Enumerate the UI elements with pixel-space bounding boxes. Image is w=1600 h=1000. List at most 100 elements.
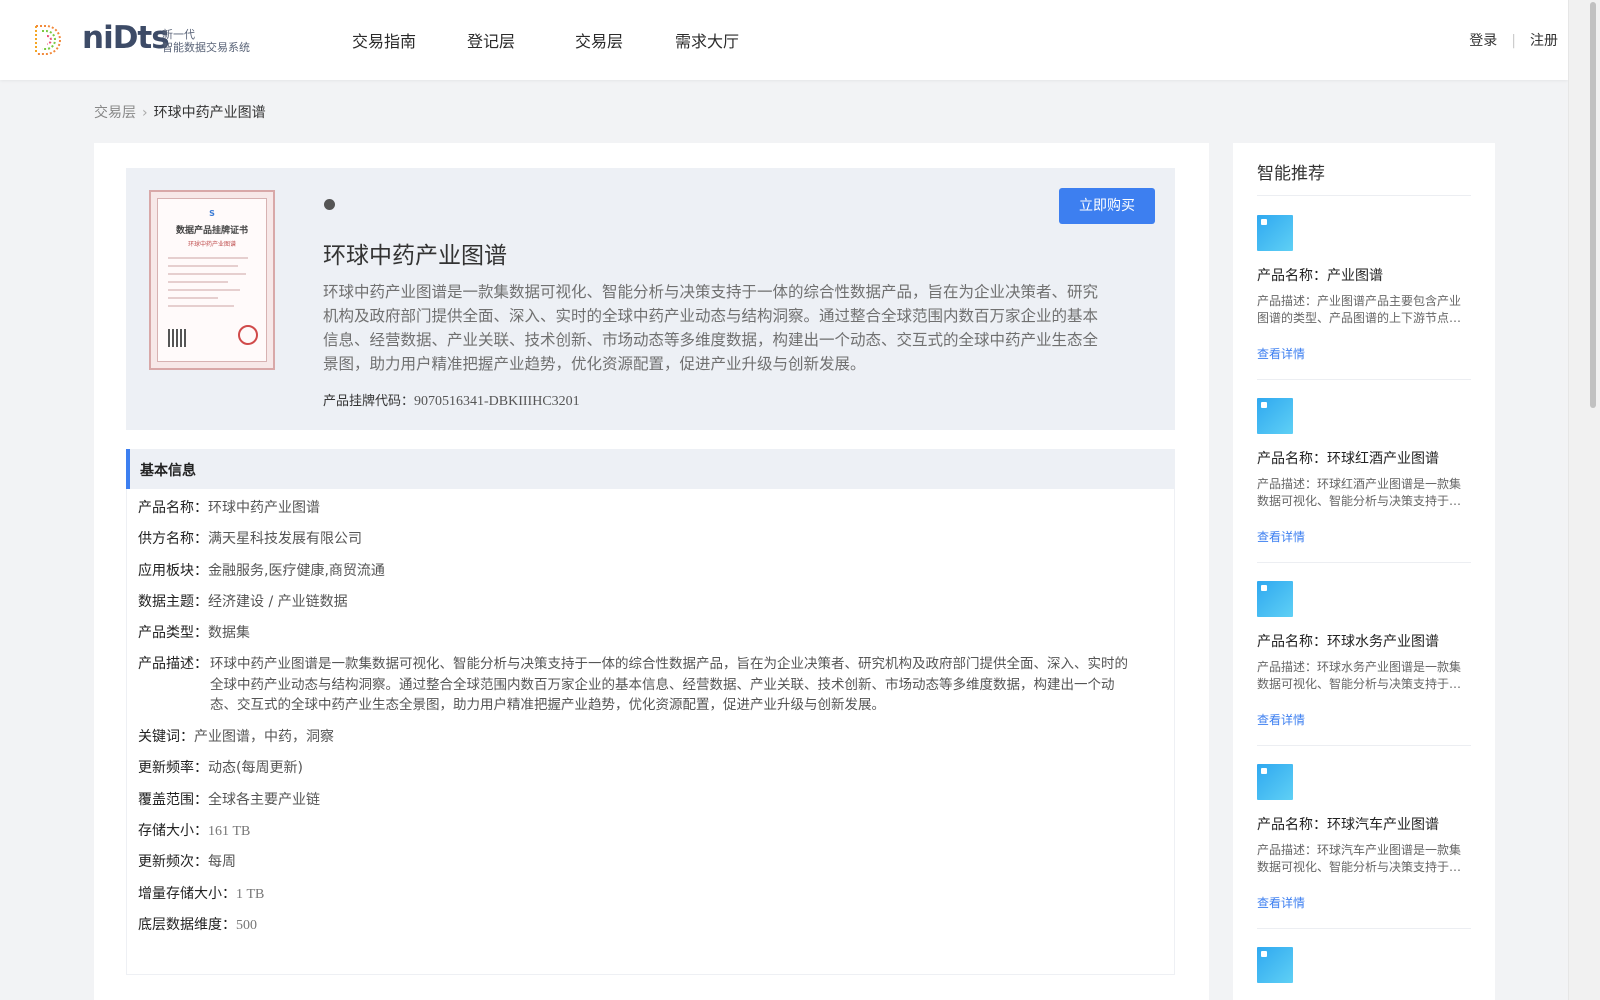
product-thumbnail-icon[interactable] xyxy=(1257,215,1293,251)
breadcrumb-parent[interactable]: 交易层 xyxy=(94,105,136,121)
info-label: 存储大小： xyxy=(138,823,208,839)
chevron-right-icon: › xyxy=(142,105,148,121)
info-row-keywords: 关键词：产业图谱，中药，洞察 xyxy=(138,727,334,748)
product-thumbnail-icon[interactable] xyxy=(1257,581,1293,617)
info-row-product-name: 产品名称：环球中药产业图谱 xyxy=(138,498,320,519)
info-label: 供方名称： xyxy=(138,531,208,547)
product-thumbnail-icon[interactable] xyxy=(1257,764,1293,800)
logo-wordmark: niDts xyxy=(82,20,170,56)
info-label: 应用板块： xyxy=(138,563,208,579)
supplier-avatar-icon xyxy=(324,199,335,210)
info-value: 1 TB xyxy=(236,887,265,902)
register-link[interactable]: 注册 xyxy=(1530,33,1558,49)
info-row-data-theme: 数据主题：经济建设 / 产业链数据 xyxy=(138,592,348,613)
info-label: 产品描述： xyxy=(138,656,208,672)
info-row-supplier: 供方名称：满天星科技发展有限公司 xyxy=(138,529,362,550)
recommendation-title: 智能推荐 xyxy=(1257,164,1325,184)
info-value: 环球中药产业图谱是一款集数据可视化、智能分析与决策支持于一体的综合性数据产品，旨… xyxy=(210,656,1128,713)
info-row-product-type: 产品类型：数据集 xyxy=(138,623,250,644)
info-value: 产业图谱，中药，洞察 xyxy=(194,729,334,745)
info-value: 全球各主要产业链 xyxy=(208,792,320,808)
divider xyxy=(1257,379,1471,380)
info-label: 增量存储大小： xyxy=(138,886,236,902)
view-details-link[interactable]: 查看详情 xyxy=(1257,528,1305,545)
certificate-title: 数据产品挂牌证书 xyxy=(175,226,248,236)
info-row-description: 产品描述： 环球中药产业图谱是一款集数据可视化、智能分析与决策支持于一体的综合性… xyxy=(138,654,1158,720)
logo-sub-line-2: 智能数据交易系统 xyxy=(162,41,250,54)
certificate-logo-icon: S xyxy=(209,209,215,218)
info-value: 每周 xyxy=(208,854,236,870)
info-value: 经济建设 / 产业链数据 xyxy=(208,594,348,610)
scrollbar-thumb[interactable] xyxy=(1590,2,1596,408)
site-logo[interactable]: niDts 新一代 智能数据交易系统 xyxy=(30,20,260,60)
info-value: 161 TB xyxy=(208,824,251,839)
buy-now-button[interactable]: 立即购买 xyxy=(1059,188,1155,224)
product-description: 环球中药产业图谱是一款集数据可视化、智能分析与决策支持于一体的综合性数据产品，旨… xyxy=(323,283,1099,373)
certificate-text-line xyxy=(168,265,238,267)
info-label: 底层数据维度： xyxy=(138,917,236,933)
login-link[interactable]: 登录 xyxy=(1469,33,1497,49)
view-details-link[interactable]: 查看详情 xyxy=(1257,345,1305,362)
page-scrollbar[interactable] xyxy=(1568,0,1600,1000)
product-hero: S 数据产品挂牌证书 环球中药产业图谱 立即购买 环球中药产业图谱 环球中药产业… xyxy=(126,168,1175,430)
product-detail-card: S 数据产品挂牌证书 环球中药产业图谱 立即购买 环球中药产业图谱 环球中药产业… xyxy=(94,143,1209,1000)
nav-trade-guide[interactable]: 交易指南 xyxy=(352,28,416,52)
breadcrumb: 交易层 › 环球中药产业图谱 xyxy=(94,102,266,122)
info-row-storage-size: 存储大小：161 TB xyxy=(138,821,250,842)
info-row-update-frequency: 更新频率：动态(每周更新) xyxy=(138,758,303,779)
recommend-item-name: 产品名称：环球红酒产业图谱 xyxy=(1257,451,1439,467)
view-details-link[interactable]: 查看详情 xyxy=(1257,711,1305,728)
info-label: 产品类型： xyxy=(138,625,208,641)
info-row-incremental-storage: 增量存储大小：1 TB xyxy=(138,884,264,905)
auth-links: 登录 | 注册 xyxy=(1469,30,1558,50)
basic-info-header: 基本信息 xyxy=(126,449,1175,489)
recommendation-panel: 智能推荐 产品名称：产业图谱 产品描述：产业图谱产品主要包含产业图谱的类型、产品… xyxy=(1233,143,1495,1000)
info-value: 环球中药产业图谱 xyxy=(208,500,320,516)
nav-demand-hall[interactable]: 需求大厅 xyxy=(675,28,739,52)
info-row-coverage: 覆盖范围：全球各主要产业链 xyxy=(138,790,320,811)
divider xyxy=(1257,745,1471,746)
logo-mark-icon xyxy=(35,25,61,55)
product-code-value: 9070516341-DBKIIIHC3201 xyxy=(414,394,580,409)
certificate-text-line xyxy=(168,257,248,259)
info-value: 500 xyxy=(236,918,257,933)
view-details-link[interactable]: 查看详情 xyxy=(1257,894,1305,911)
info-label: 更新频次： xyxy=(138,854,208,870)
certificate-frame: S 数据产品挂牌证书 环球中药产业图谱 xyxy=(157,198,267,362)
product-listing-code: 产品挂牌代码：9070516341-DBKIIIHC3201 xyxy=(323,390,580,410)
recommend-item-name: 产品名称：产业图谱 xyxy=(1257,268,1383,284)
recommend-item-desc: 产品描述：产业图谱产品主要包含产业图谱的类型、产品图谱的上下游节点… xyxy=(1257,294,1462,325)
recommend-item-desc: 产品描述：环球红酒产业图谱是一款集数据可视化、智能分析与决策支持于… xyxy=(1257,477,1462,508)
certificate-text-line xyxy=(168,289,240,291)
product-thumbnail-icon[interactable] xyxy=(1257,398,1293,434)
divider xyxy=(1257,928,1471,929)
certificate-subtitle: 环球中药产业图谱 xyxy=(187,241,236,248)
info-row-data-dimensions: 底层数据维度：500 xyxy=(138,915,257,936)
nav-trading-layer[interactable]: 交易层 xyxy=(575,28,623,52)
info-value: 动态(每周更新) xyxy=(208,760,303,776)
certificate-text-line xyxy=(168,297,218,299)
certificate-text-line xyxy=(168,281,228,283)
info-value: 数据集 xyxy=(208,625,250,641)
product-title: 环球中药产业图谱 xyxy=(323,243,507,269)
recommend-item-name: 产品名称：环球汽车产业图谱 xyxy=(1257,817,1439,833)
basic-info-section: 基本信息 产品名称：环球中药产业图谱 供方名称：满天星科技发展有限公司 应用板块… xyxy=(126,449,1175,975)
info-row-update-times: 更新频次：每周 xyxy=(138,852,236,873)
logo-subtitle: 新一代 智能数据交易系统 xyxy=(162,28,250,54)
certificate-image[interactable]: S 数据产品挂牌证书 环球中药产业图谱 xyxy=(149,190,275,370)
top-navbar: niDts 新一代 智能数据交易系统 交易指南 登记层 交易层 需求大厅 登录 |… xyxy=(0,0,1568,80)
divider xyxy=(1257,195,1471,196)
info-label: 更新频率： xyxy=(138,760,208,776)
qr-code-icon xyxy=(168,329,186,347)
info-label: 产品名称： xyxy=(138,500,208,516)
product-thumbnail-icon[interactable] xyxy=(1257,947,1293,983)
nav-registration-layer[interactable]: 登记层 xyxy=(467,28,515,52)
info-value: 金融服务,医疗健康,商贸流通 xyxy=(208,563,385,579)
divider xyxy=(1257,562,1471,563)
basic-info-title: 基本信息 xyxy=(140,463,196,479)
logo-sub-line-1: 新一代 xyxy=(162,28,195,41)
auth-divider: | xyxy=(1511,33,1516,49)
info-label: 关键词： xyxy=(138,729,194,745)
product-code-label: 产品挂牌代码： xyxy=(323,394,415,409)
info-label: 覆盖范围： xyxy=(138,792,208,808)
